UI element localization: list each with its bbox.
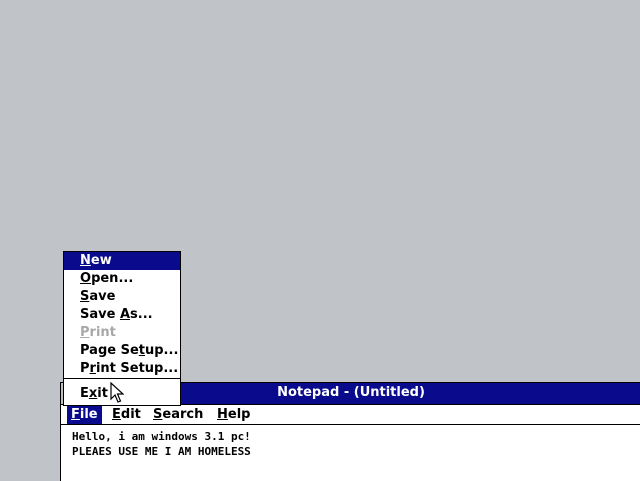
- menu-bar: File Edit Search Help: [61, 405, 640, 425]
- menu-separator: [64, 378, 180, 379]
- menu-search[interactable]: Search: [149, 405, 207, 424]
- text-line: Hello, i am windows 3.1 pc!: [72, 430, 251, 443]
- menu-file[interactable]: File: [67, 405, 102, 424]
- menu-item-new[interactable]: New: [64, 252, 180, 270]
- menu-item-print-setup[interactable]: Print Setup...: [64, 360, 180, 378]
- menu-item-open[interactable]: Open...: [64, 270, 180, 288]
- arrow-cursor-icon: [110, 382, 124, 403]
- menu-item-print: Print: [80, 325, 116, 340]
- menu-item-save[interactable]: Save: [64, 288, 180, 306]
- menu-edit[interactable]: Edit: [108, 405, 145, 424]
- menu-item-save-as[interactable]: Save As...: [64, 306, 180, 324]
- text-line: PLEAES USE ME I AM HOMELESS: [72, 445, 251, 458]
- text-editor-area[interactable]: Hello, i am windows 3.1 pc! PLEAES USE ME…: [72, 429, 640, 459]
- menu-item-page-setup[interactable]: Page Setup...: [64, 342, 180, 360]
- menu-help[interactable]: Help: [213, 405, 254, 424]
